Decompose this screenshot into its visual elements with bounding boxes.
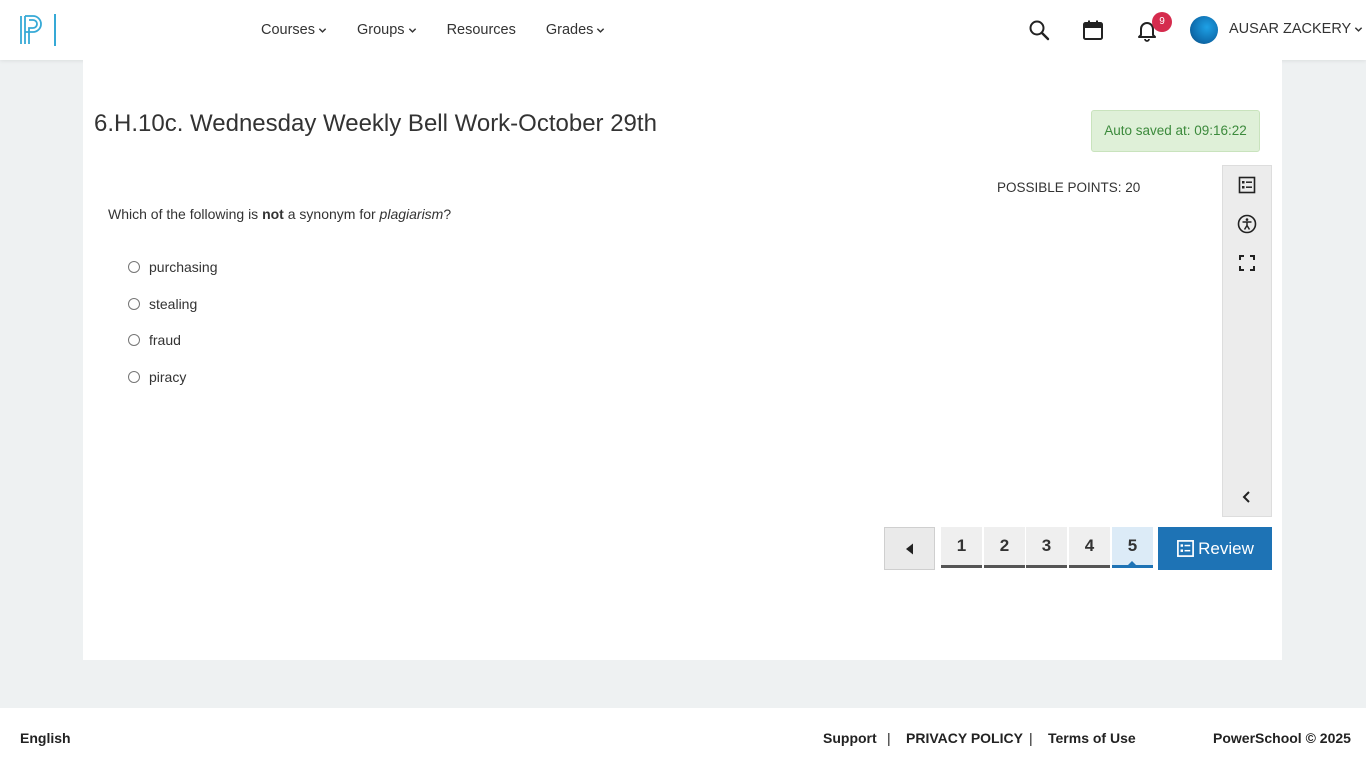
- notification-badge: 9: [1152, 12, 1172, 32]
- support-link[interactable]: Support: [823, 730, 877, 746]
- nav-groups-label: Groups: [357, 22, 405, 38]
- question-emphasis: not: [262, 206, 284, 222]
- answer-option[interactable]: piracy: [128, 359, 218, 396]
- assessment-card: 6.H.10c. Wednesday Weekly Bell Work-Octo…: [83, 60, 1282, 660]
- radio-button[interactable]: [128, 261, 140, 274]
- page-button-1[interactable]: 1: [941, 527, 982, 568]
- accessibility-icon[interactable]: [1237, 214, 1257, 234]
- answer-option-label: stealing: [149, 295, 198, 312]
- page-button-5[interactable]: 5: [1112, 527, 1153, 568]
- side-toolbar: [1222, 165, 1272, 517]
- question-middle: a synonym for: [283, 206, 380, 222]
- answer-option[interactable]: stealing: [128, 286, 218, 323]
- top-navigation-bar: Courses Groups Resources Grades 9 AUSAR …: [0, 0, 1366, 60]
- answer-option[interactable]: purchasing: [128, 249, 218, 286]
- calendar-icon[interactable]: [1081, 18, 1105, 42]
- search-icon[interactable]: [1027, 18, 1051, 42]
- autosave-status: Auto saved at: 09:16:22: [1091, 110, 1260, 152]
- nav-resources-label: Resources: [446, 22, 516, 38]
- nav-grades-label: Grades: [545, 22, 594, 38]
- chevron-down-icon: [597, 27, 605, 33]
- question-list-icon[interactable]: [1237, 175, 1257, 195]
- question-prefix: Which of the following is: [108, 206, 263, 222]
- question-suffix: ?: [443, 206, 452, 222]
- fullscreen-icon[interactable]: [1237, 253, 1257, 273]
- radio-button[interactable]: [128, 370, 140, 383]
- collapse-icon[interactable]: [1237, 487, 1257, 507]
- page-button-4[interactable]: 4: [1069, 527, 1110, 568]
- chevron-down-icon: [318, 27, 327, 33]
- previous-button[interactable]: [884, 527, 935, 570]
- question-text: Which of the following is not a synonym …: [108, 206, 451, 222]
- nav-grades[interactable]: Grades: [546, 22, 606, 38]
- page-title: 6.H.10c. Wednesday Weekly Bell Work-Octo…: [94, 110, 657, 137]
- answer-option-label: fraud: [149, 332, 181, 349]
- nav-resources[interactable]: Resources: [447, 22, 516, 38]
- chevron-down-icon: [408, 27, 416, 33]
- powerschool-logo-icon[interactable]: [19, 14, 59, 46]
- answer-option-label: purchasing: [149, 259, 218, 276]
- review-button[interactable]: Review: [1158, 527, 1272, 570]
- nav-groups[interactable]: Groups: [357, 22, 417, 38]
- question-term: plagiarism: [379, 206, 444, 222]
- footer-separator: |: [887, 730, 891, 746]
- logo-divider: [54, 14, 56, 46]
- possible-points: POSSIBLE POINTS: 20: [997, 180, 1141, 195]
- nav-courses-label: Courses: [261, 22, 315, 38]
- footer: English Support | PRIVACY POLICY | Terms…: [0, 708, 1366, 768]
- chevron-down-icon: [1355, 26, 1363, 32]
- answer-options: purchasing stealing fraud piracy: [128, 249, 218, 395]
- privacy-policy-link[interactable]: PRIVACY POLICY: [906, 730, 1023, 746]
- avatar[interactable]: [1190, 16, 1218, 44]
- page-button-3[interactable]: 3: [1026, 527, 1067, 568]
- user-name: AUSAR ZACKERY: [1229, 21, 1352, 37]
- caret-left-icon: [905, 543, 913, 554]
- review-button-label: Review: [1198, 538, 1254, 558]
- radio-button[interactable]: [128, 334, 140, 347]
- terms-of-use-link[interactable]: Terms of Use: [1048, 730, 1136, 746]
- user-menu[interactable]: AUSAR ZACKERY: [1229, 21, 1363, 37]
- main-nav: Courses Groups Resources Grades: [261, 0, 635, 60]
- answer-option[interactable]: fraud: [128, 322, 218, 359]
- page-button-2[interactable]: 2: [984, 527, 1025, 568]
- radio-button[interactable]: [128, 297, 140, 310]
- copyright: PowerSchool © 2025: [1213, 730, 1351, 746]
- review-list-icon: [1177, 540, 1195, 557]
- nav-courses[interactable]: Courses: [261, 22, 327, 38]
- language-selector[interactable]: English: [20, 730, 71, 746]
- footer-separator: |: [1029, 730, 1033, 746]
- answer-option-label: piracy: [149, 368, 187, 385]
